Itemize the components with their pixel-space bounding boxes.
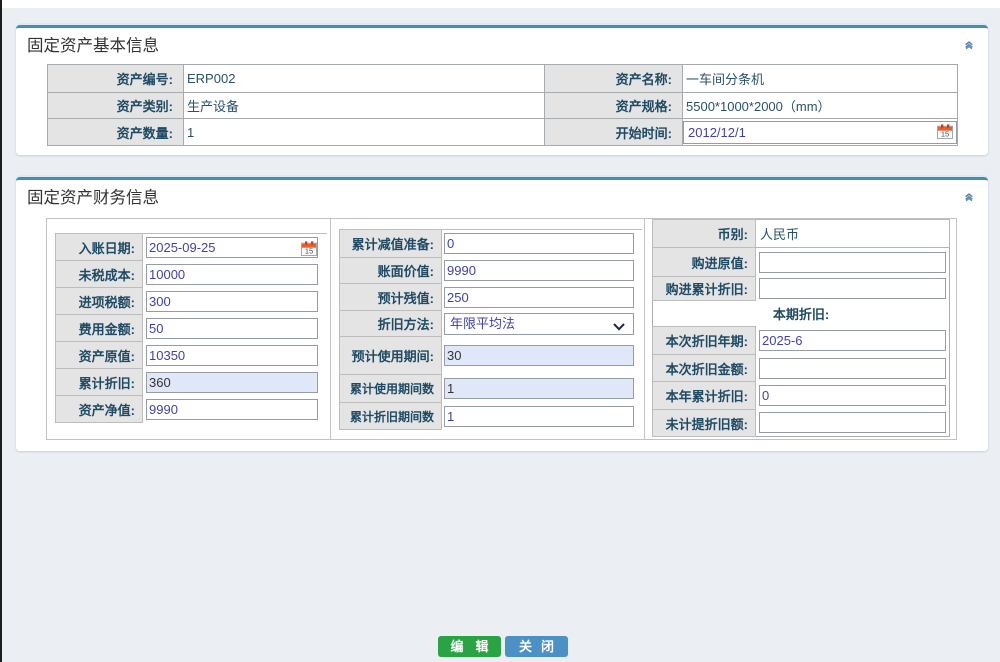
svg-text:15: 15	[941, 129, 949, 138]
svg-text:15: 15	[304, 246, 312, 255]
